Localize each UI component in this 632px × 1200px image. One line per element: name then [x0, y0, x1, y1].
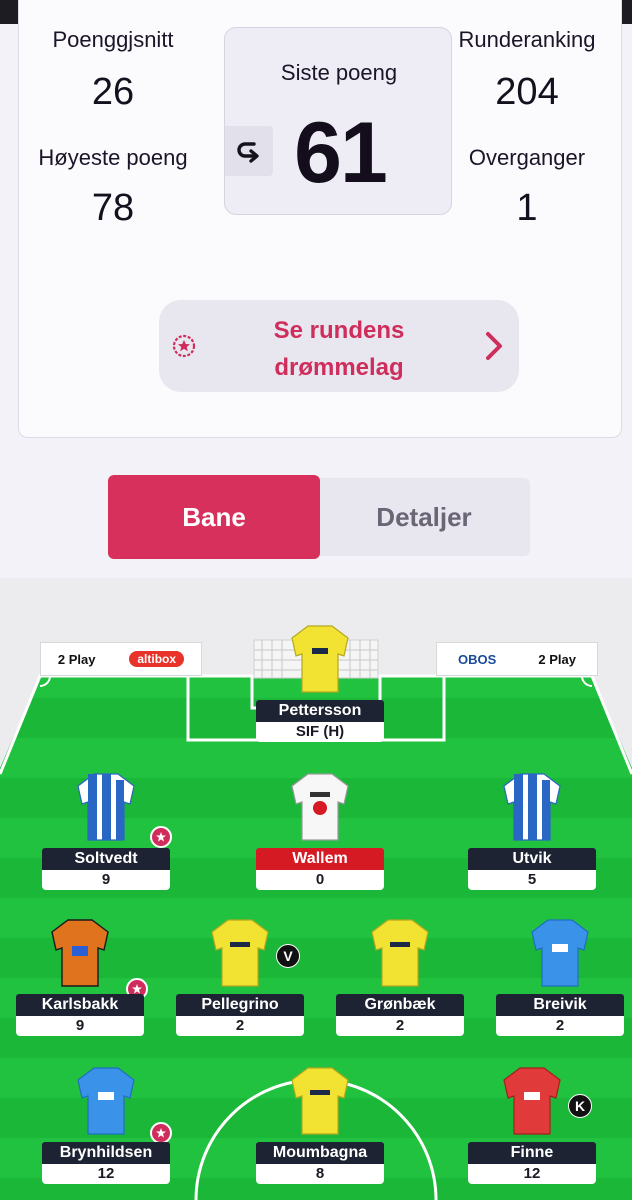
chevron-right-icon — [486, 332, 502, 360]
player-forward-2[interactable]: Moumbagna 8 — [256, 1064, 384, 1188]
light-blue-shirt-icon — [531, 919, 589, 987]
player-name: Wallem — [256, 848, 384, 870]
yellow-goalkeeper-shirt-icon — [291, 625, 349, 693]
player-defender-2[interactable]: Wallem 0 — [256, 770, 384, 894]
round-ranking-label: Runderanking — [458, 27, 596, 52]
tab-pitch[interactable]: Bane — [108, 475, 320, 559]
ad-2play-left: 2 Play — [57, 651, 96, 667]
orange-shirt-icon — [51, 919, 109, 987]
dream-team-label-line1: Se rundens — [273, 317, 405, 344]
transfers-label: Overganger — [468, 145, 586, 170]
white-shirt-icon — [291, 773, 349, 841]
blue-striped-shirt-icon — [77, 773, 135, 841]
highest-points-value: 78 — [91, 187, 135, 229]
star-badge-icon — [150, 826, 172, 848]
goalkeeper-name: Pettersson — [256, 700, 384, 722]
ad-board-left: 2 Play altibox — [40, 642, 202, 676]
ad-obos: OBOS — [458, 651, 497, 667]
player-midfielder-2[interactable]: V Pellegrino 2 — [176, 916, 304, 1040]
player-goalkeeper[interactable]: Pettersson SIF (H) — [256, 622, 384, 746]
player-name: Finne — [468, 1142, 596, 1164]
goalkeeper-fixture: SIF (H) — [256, 722, 384, 742]
player-points: 9 — [16, 1016, 144, 1036]
vice-captain-badge: V — [276, 944, 300, 968]
last-points-box: Siste poeng 61 — [224, 27, 452, 215]
star-badge-icon — [150, 1122, 172, 1144]
player-defender-3[interactable]: Utvik 5 — [468, 770, 596, 894]
player-forward-1[interactable]: Brynhildsen 12 — [42, 1064, 172, 1188]
player-points: 2 — [176, 1016, 304, 1036]
player-points: 0 — [256, 870, 384, 890]
player-points: 12 — [42, 1164, 170, 1184]
round-ranking-value: 204 — [495, 71, 559, 113]
light-blue-shirt-icon — [77, 1067, 135, 1135]
transfers-value: 1 — [516, 187, 538, 229]
ad-board-right: OBOS 2 Play — [436, 642, 598, 676]
swap-round-button[interactable] — [225, 126, 273, 176]
red-shirt-icon — [503, 1067, 561, 1135]
last-points-label: Siste poeng — [280, 60, 398, 85]
tab-details[interactable]: Detaljer — [318, 478, 530, 556]
ad-2play-right: 2 Play — [538, 651, 576, 667]
blue-striped-shirt-icon — [503, 773, 561, 841]
player-points: 8 — [256, 1164, 384, 1184]
dream-team-label: Se rundens drømmelag — [229, 312, 449, 386]
star-badge-icon — [172, 334, 196, 358]
player-name: Utvik — [468, 848, 596, 870]
player-forward-3[interactable]: K Finne 12 — [468, 1064, 596, 1188]
highest-points-label: Høyeste poeng — [38, 145, 188, 170]
captain-badge: K — [568, 1094, 592, 1118]
player-points: 5 — [468, 870, 596, 890]
player-points: 9 — [42, 870, 170, 890]
yellow-shirt-icon — [291, 1067, 349, 1135]
last-points-value: 61 — [294, 105, 388, 201]
player-midfielder-4[interactable]: Breivik 2 — [496, 916, 624, 1040]
player-name: Karlsbakk — [16, 994, 144, 1016]
player-name: Pellegrino — [176, 994, 304, 1016]
player-midfielder-1[interactable]: Karlsbakk 9 — [16, 916, 148, 1040]
pitch-view: 2 Play altibox OBOS 2 Play Pettersson SI… — [0, 578, 632, 1200]
player-name: Moumbagna — [256, 1142, 384, 1164]
average-points-label: Poenggjsnitt — [52, 27, 174, 52]
ad-altibox: altibox — [129, 651, 185, 667]
stats-card: Poenggjsnitt 26 Runderanking 204 Høyeste… — [18, 0, 622, 438]
player-name: Brynhildsen — [42, 1142, 170, 1164]
player-points: 2 — [496, 1016, 624, 1036]
player-midfielder-3[interactable]: Grønbæk 2 — [336, 916, 464, 1040]
average-points-value: 26 — [91, 71, 135, 113]
dream-team-label-line2: drømmelag — [274, 354, 404, 381]
player-name: Soltvedt — [42, 848, 170, 870]
yellow-shirt-icon — [371, 919, 429, 987]
player-points: 12 — [468, 1164, 596, 1184]
player-points: 2 — [336, 1016, 464, 1036]
player-name: Breivik — [496, 994, 624, 1016]
dream-team-button[interactable]: Se rundens drømmelag — [159, 300, 519, 392]
swap-arrow-icon — [237, 142, 259, 163]
player-name: Grønbæk — [336, 994, 464, 1016]
yellow-shirt-icon — [211, 919, 269, 987]
player-defender-1[interactable]: Soltvedt 9 — [42, 770, 172, 894]
